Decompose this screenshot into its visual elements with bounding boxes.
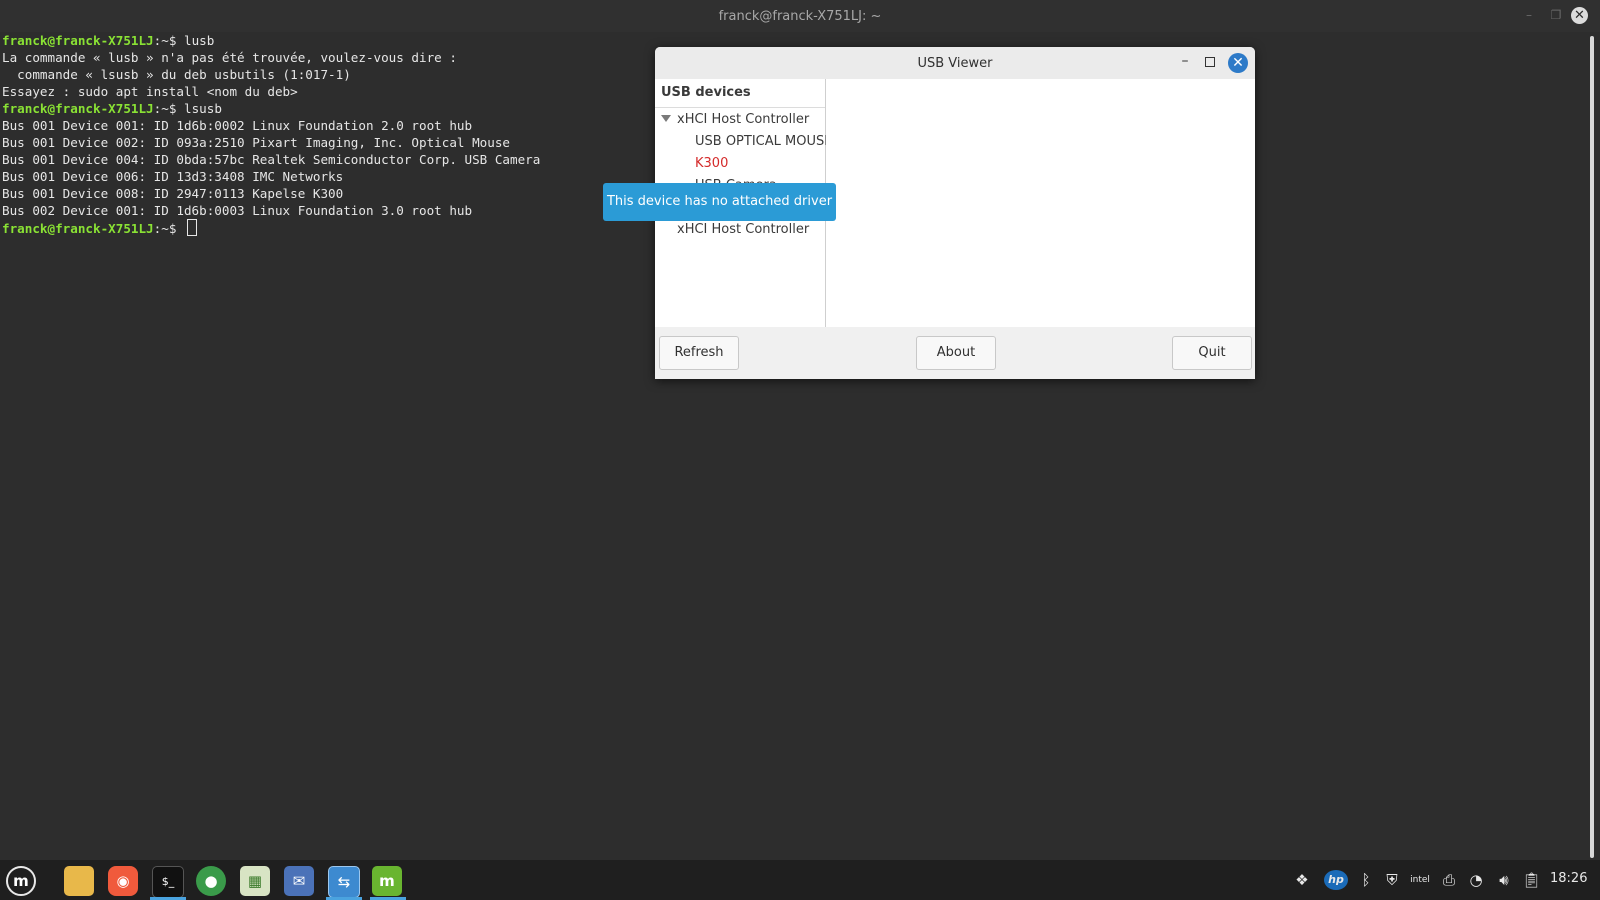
- shield-icon[interactable]: ⛨: [1383, 870, 1401, 890]
- driver-tooltip: This device has no attached driver: [603, 183, 836, 221]
- chrome-icon[interactable]: ●: [196, 866, 226, 896]
- usb-viewer-titlebar[interactable]: USB Viewer – ✕: [655, 47, 1255, 79]
- mail-icon[interactable]: ✉: [284, 866, 314, 896]
- intel-icon[interactable]: intel: [1410, 870, 1430, 890]
- tree-header[interactable]: USB devices: [655, 79, 825, 108]
- close-icon[interactable]: ✕: [1228, 53, 1248, 73]
- printer-icon[interactable]: ⎙: [1439, 870, 1459, 890]
- terminal-cursor: [187, 219, 197, 236]
- minimize-icon[interactable]: –: [1522, 8, 1536, 22]
- volume-icon[interactable]: 🔊︎: [1494, 870, 1514, 890]
- clipboard-icon[interactable]: 📋︎: [1522, 870, 1541, 890]
- firefox-icon[interactable]: ◉: [108, 866, 138, 896]
- quit-button[interactable]: Quit: [1172, 336, 1252, 370]
- terminal-icon[interactable]: $_: [152, 866, 184, 898]
- close-icon[interactable]: ✕: [1571, 7, 1588, 24]
- wifi-icon[interactable]: ◔: [1466, 870, 1486, 890]
- files-folder-icon[interactable]: [64, 866, 94, 896]
- window-title: USB Viewer: [917, 56, 993, 71]
- bluetooth-icon[interactable]: ᛒ: [1358, 870, 1374, 890]
- maximize-icon[interactable]: [1205, 57, 1215, 67]
- about-button[interactable]: About: [916, 336, 996, 370]
- clock[interactable]: 18:26: [1550, 871, 1587, 886]
- restore-icon[interactable]: ❐: [1549, 8, 1563, 22]
- terminal-titlebar: franck@franck-X751LJ: ~ – ❐ ✕: [0, 0, 1600, 32]
- mint-update-icon[interactable]: m: [372, 866, 402, 896]
- dropbox-icon[interactable]: ❖: [1292, 870, 1312, 890]
- tree-item-controller[interactable]: xHCI Host Controller: [677, 222, 809, 237]
- terminal-scrollbar[interactable]: [1590, 36, 1594, 858]
- hp-icon[interactable]: hp: [1324, 870, 1348, 890]
- tree-item-k300[interactable]: K300: [695, 156, 728, 171]
- taskbar: m ◉ $_ ● ▦ ✉ ⇆ m ❖ hp ᛒ ⛨ intel ⎙ ◔ 🔊︎ 📋…: [0, 860, 1600, 900]
- expander-arrow-icon[interactable]: [661, 115, 671, 122]
- usb-viewer-icon[interactable]: ⇆: [328, 866, 360, 898]
- refresh-button[interactable]: Refresh: [659, 336, 739, 370]
- tree-item-mouse[interactable]: USB OPTICAL MOUSE: [695, 134, 832, 149]
- terminal-title: franck@franck-X751LJ: ~: [718, 9, 882, 24]
- tree-item-controller[interactable]: xHCI Host Controller: [677, 112, 809, 127]
- mint-menu-icon[interactable]: m: [6, 866, 36, 896]
- minimize-icon[interactable]: –: [1177, 53, 1193, 71]
- device-detail-pane: [826, 79, 1255, 327]
- spreadsheet-icon[interactable]: ▦: [240, 866, 270, 896]
